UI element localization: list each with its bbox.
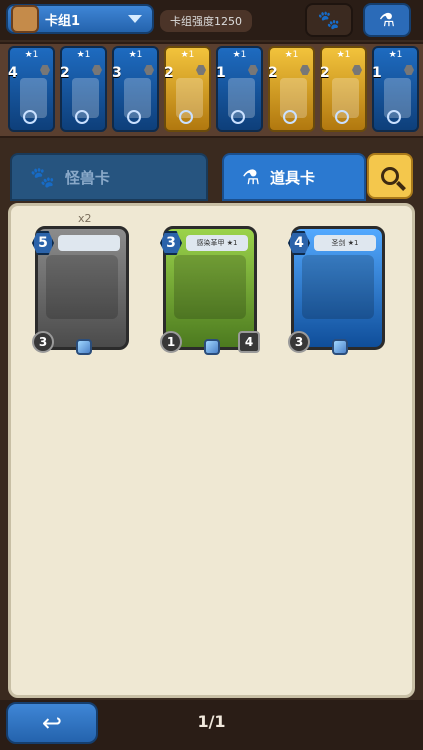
item-card[interactable]: 3 感染革甲 ★1 1 4 xyxy=(160,226,260,355)
card-stars: ★1 xyxy=(76,50,91,60)
chevron-down-icon xyxy=(128,15,142,23)
card-mark-icon xyxy=(283,110,297,124)
potion-icon: ⚗ xyxy=(242,165,260,189)
card-mark-icon xyxy=(335,110,349,124)
tab-items[interactable]: ⚗ xyxy=(363,3,411,37)
card-attack: 3 xyxy=(288,331,310,353)
hex-icon xyxy=(196,65,206,75)
search-button[interactable] xyxy=(367,153,413,199)
deck-card[interactable]: ★1 2 xyxy=(164,46,211,132)
tab-label: 道具卡 xyxy=(269,168,315,187)
hex-icon xyxy=(248,65,258,75)
item-card[interactable]: 4 圣剑 ★1 3 xyxy=(288,226,385,355)
deck-card[interactable]: ★1 2 xyxy=(268,46,315,132)
deck-icon xyxy=(11,5,39,33)
tab-monsters[interactable]: 🐾 xyxy=(305,3,353,37)
deck-card[interactable]: ★1 2 xyxy=(60,46,107,132)
card-mark-icon xyxy=(231,110,245,124)
card-attack: 3 xyxy=(32,331,54,353)
gem-icon xyxy=(204,339,220,355)
card-cost: 4 xyxy=(8,65,18,81)
item-card[interactable]: 5 3 xyxy=(32,226,129,355)
card-art xyxy=(302,255,374,319)
card-mark-icon xyxy=(179,110,193,124)
gem-icon xyxy=(332,339,348,355)
card-stars: ★1 xyxy=(24,50,39,60)
tab-label: 怪兽卡 xyxy=(64,168,110,187)
card-art xyxy=(174,255,246,319)
card-cost: 5 xyxy=(32,231,54,255)
hex-icon xyxy=(92,65,102,75)
card-mark-icon xyxy=(75,110,89,124)
hex-icon xyxy=(300,65,310,75)
card-cost: 1 xyxy=(372,65,382,81)
card-title xyxy=(58,235,120,251)
deck-name: 卡组1 xyxy=(45,13,81,29)
card-mark-icon xyxy=(127,110,141,124)
card-cost: 2 xyxy=(268,65,278,81)
tab-monster-cards[interactable]: 🐾 怪兽卡 xyxy=(10,153,208,201)
deck-card-strip: ★1 4 ★1 2 ★1 3 ★1 2 ★1 1 ★1 2 ★1 2 ★1 1 xyxy=(0,42,423,138)
card-count: x2 xyxy=(78,212,92,225)
card-art xyxy=(46,255,118,319)
card-cost: 3 xyxy=(160,231,182,255)
deck-card[interactable]: ★1 1 xyxy=(372,46,419,132)
search-icon xyxy=(381,167,399,185)
card-cost: 2 xyxy=(60,65,70,81)
card-attack: 1 xyxy=(160,331,182,353)
collection-panel: x2 5 3 3 感染革甲 ★1 1 4 4 圣剑 ★1 3 xyxy=(8,203,415,698)
deck-selector[interactable]: 卡组1 xyxy=(6,4,154,34)
hex-icon xyxy=(352,65,362,75)
card-cost: 2 xyxy=(320,65,330,81)
card-cost: 3 xyxy=(112,65,122,81)
potion-icon: ⚗ xyxy=(378,9,396,31)
card-defense: 4 xyxy=(238,331,260,353)
paw-icon: 🐾 xyxy=(30,165,55,189)
card-title: 圣剑 ★1 xyxy=(314,235,376,251)
card-cost: 2 xyxy=(164,65,174,81)
card-title: 感染革甲 ★1 xyxy=(186,235,248,251)
top-bar: 卡组1 卡组强度1250 🐾 ⚗ xyxy=(0,0,423,40)
card-stars: ★1 xyxy=(336,50,351,60)
bottom-bar: ↩ 1/1 xyxy=(0,700,423,750)
card-cost: 4 xyxy=(288,231,310,255)
deck-card[interactable]: ★1 4 xyxy=(8,46,55,132)
paw-icon: 🐾 xyxy=(317,9,341,31)
card-type-tabs: 🐾 怪兽卡 ⚗ 道具卡 xyxy=(10,153,413,201)
card-stars: ★1 xyxy=(180,50,195,60)
tab-item-cards[interactable]: ⚗ 道具卡 xyxy=(222,153,366,201)
deck-strength: 卡组强度1250 xyxy=(160,10,252,32)
hex-icon xyxy=(404,65,414,75)
card-cost: 1 xyxy=(216,65,226,81)
deck-card[interactable]: ★1 3 xyxy=(112,46,159,132)
card-stars: ★1 xyxy=(232,50,247,60)
card-stars: ★1 xyxy=(388,50,403,60)
deck-card[interactable]: ★1 2 xyxy=(320,46,367,132)
deck-card[interactable]: ★1 1 xyxy=(216,46,263,132)
page-indicator: 1/1 xyxy=(197,712,226,731)
card-mark-icon xyxy=(23,110,37,124)
card-stars: ★1 xyxy=(284,50,299,60)
card-stars: ★1 xyxy=(128,50,143,60)
gem-icon xyxy=(76,339,92,355)
hex-icon xyxy=(144,65,154,75)
card-mark-icon xyxy=(387,110,401,124)
hex-icon xyxy=(40,65,50,75)
